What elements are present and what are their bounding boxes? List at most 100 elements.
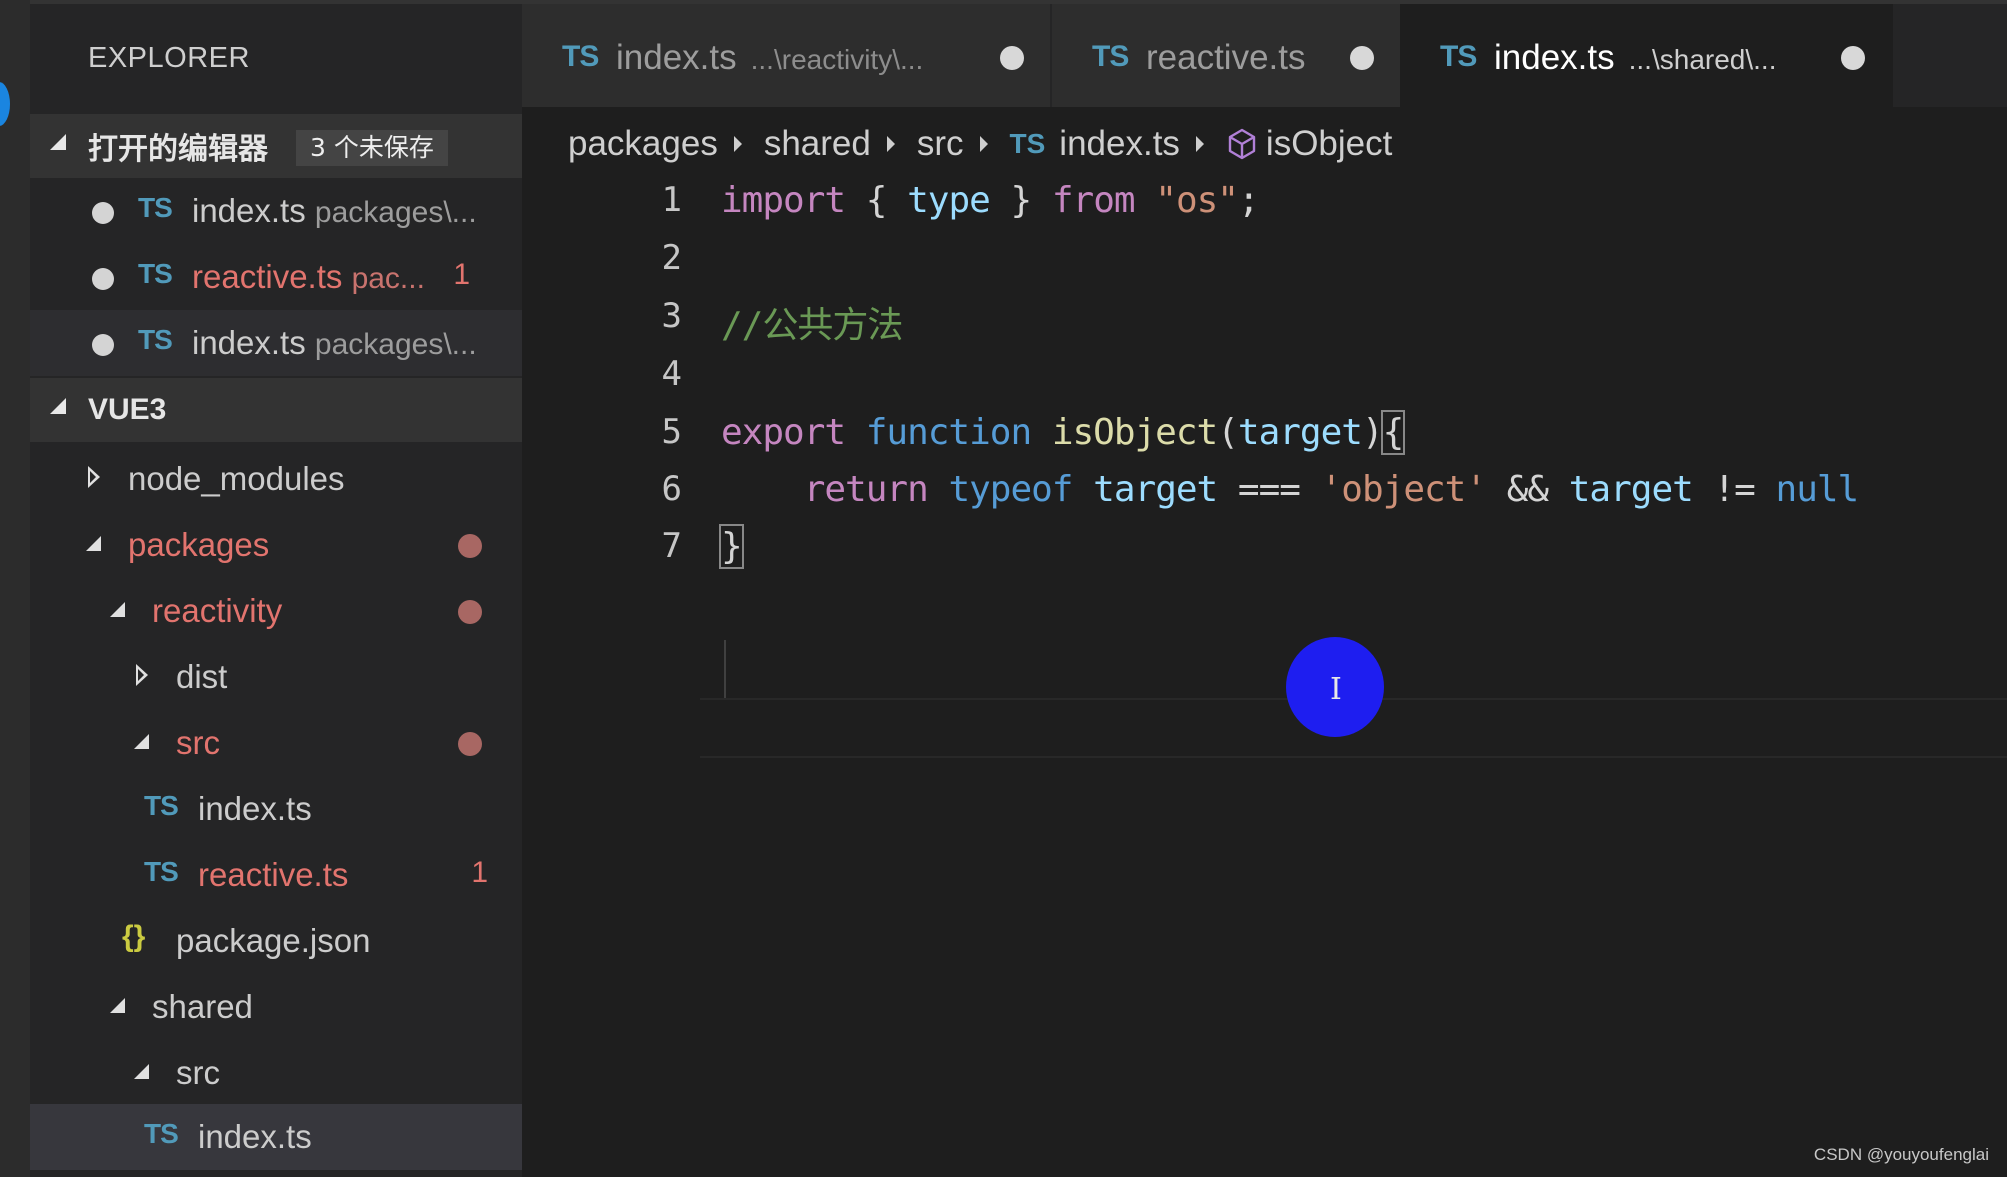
unsaved-dot-icon[interactable]	[1000, 46, 1024, 70]
breadcrumb-item[interactable]: src	[917, 124, 964, 164]
tree-item-label: src	[176, 1054, 220, 1091]
tree-folder-src[interactable]: src	[30, 710, 522, 776]
modified-dot-icon	[458, 534, 482, 558]
unsaved-count-badge: 3 个未保存	[296, 130, 448, 166]
chevron-right-icon	[136, 664, 148, 686]
token: target	[1568, 469, 1694, 510]
token: target	[1093, 469, 1218, 510]
chevron-down-icon	[86, 536, 101, 551]
token: ;	[1237, 180, 1260, 221]
typescript-file-icon: TS	[138, 324, 173, 355]
tree-folder-packages[interactable]: packages	[30, 512, 522, 578]
token: isObject	[1051, 412, 1218, 453]
modified-dot-icon	[458, 732, 482, 756]
tree-folder-dist[interactable]: dist	[30, 644, 522, 710]
open-editor-item[interactable]: TS reactive.ts pac... 1	[30, 244, 522, 310]
problem-count-badge: 1	[453, 258, 470, 291]
indent-guide	[724, 640, 726, 698]
token: function	[865, 412, 1032, 453]
open-editor-item[interactable]: TS index.ts packages\...	[30, 178, 522, 244]
token: (	[1217, 412, 1239, 453]
chevron-down-icon	[134, 734, 149, 749]
typescript-file-icon: TS	[138, 258, 173, 289]
tree-file-package-json[interactable]: {} package.json	[30, 908, 522, 974]
typescript-file-icon: TS	[1440, 40, 1477, 73]
typescript-file-icon: TS	[562, 40, 599, 73]
tab-reactivity-index-ts[interactable]: TS index.ts ...\reactivity\...	[522, 4, 1050, 107]
typescript-file-icon: TS	[144, 856, 179, 887]
line-number: 1	[661, 180, 682, 220]
token: return	[803, 469, 929, 510]
line-number: 2	[661, 238, 682, 278]
problem-count-badge: 1	[471, 856, 488, 889]
typescript-file-icon: TS	[138, 192, 173, 223]
tree-folder-node-modules[interactable]: node_modules	[30, 446, 522, 512]
tree-item-label: src	[176, 724, 220, 761]
unsaved-dot-icon[interactable]	[92, 268, 114, 290]
tab-shared-index-ts[interactable]: TS index.ts ...\shared\...	[1400, 4, 1893, 107]
chevron-down-icon	[50, 134, 66, 150]
breadcrumb-file[interactable]: index.ts	[1059, 124, 1180, 164]
tree-item-label: package.json	[176, 922, 371, 959]
token: )	[1361, 412, 1384, 453]
tree-item-label: reactive.ts	[198, 856, 349, 893]
tab-path: ...\reactivity\...	[750, 44, 924, 75]
unsaved-dot-icon[interactable]	[92, 202, 114, 224]
token: null	[1775, 469, 1860, 510]
token: import	[721, 180, 846, 221]
tree-file-index-ts[interactable]: TS index.ts	[30, 776, 522, 842]
typescript-file-icon: TS	[144, 790, 179, 821]
token: 'object'	[1320, 469, 1487, 510]
code-editor[interactable]: 1 2 3 4 5 6 7 import { type } from "os";…	[522, 180, 2007, 1177]
unsaved-dot-icon[interactable]	[1350, 46, 1374, 70]
chevron-right-icon	[1195, 136, 1204, 152]
chevron-down-icon	[134, 1064, 149, 1079]
token: }	[1010, 180, 1033, 221]
line-number: 5	[661, 412, 682, 452]
chevron-right-icon	[886, 136, 895, 152]
open-editor-path: pac...	[351, 262, 425, 295]
code-line-3: //公共方法	[721, 305, 903, 346]
code-line-1: import { type } from "os";	[721, 180, 1260, 221]
token: typeof	[948, 469, 1073, 510]
line-number: 6	[661, 469, 682, 509]
breadcrumb-item[interactable]: shared	[764, 124, 871, 164]
cube-icon	[1228, 128, 1256, 160]
tree-folder-shared-src[interactable]: src	[30, 1040, 522, 1106]
open-editor-path: packages\...	[314, 196, 477, 229]
tab-label: index.ts	[616, 38, 737, 77]
code-line-6: return typeof target === 'object' && tar…	[721, 469, 1860, 510]
tree-folder-reactivity[interactable]: reactivity	[30, 578, 522, 644]
unsaved-dot-icon[interactable]	[1841, 46, 1865, 70]
tree-file-reactive-ts[interactable]: TS reactive.ts 1	[30, 842, 522, 908]
explorer-title: EXPLORER	[88, 42, 250, 74]
open-editors-header[interactable]: 打开的编辑器 3 个未保存	[30, 114, 522, 178]
json-file-icon: {}	[122, 920, 146, 953]
tab-reactive-ts[interactable]: TS reactive.ts	[1052, 4, 1400, 107]
breadcrumb-item[interactable]: packages	[568, 124, 718, 164]
bracket-match: }	[719, 524, 744, 569]
tree-folder-shared[interactable]: shared	[30, 974, 522, 1040]
tree-item-label: index.ts	[198, 1118, 312, 1155]
activity-badge-icon[interactable]	[0, 82, 10, 126]
breadcrumb-symbol[interactable]: isObject	[1266, 124, 1392, 164]
explorer-sidebar: EXPLORER 打开的编辑器 3 个未保存 TS index.ts packa…	[30, 4, 522, 1177]
open-editor-path: packages\...	[314, 328, 477, 361]
tree-item-label: dist	[176, 658, 228, 695]
typescript-file-icon: TS	[1092, 40, 1129, 73]
open-editor-name: index.ts	[192, 324, 306, 361]
tree-item-label: reactivity	[152, 592, 283, 629]
modified-dot-icon	[458, 600, 482, 624]
workspace-header[interactable]: VUE3	[30, 378, 522, 442]
open-editor-item[interactable]: TS index.ts packages\...	[30, 310, 522, 376]
open-editor-name: index.ts	[192, 192, 306, 229]
chevron-right-icon	[733, 136, 742, 152]
tree-file-shared-index-ts[interactable]: TS index.ts	[30, 1104, 522, 1170]
code-line-7: }	[719, 524, 744, 569]
typescript-file-icon: TS	[144, 1118, 179, 1149]
token: "os"	[1155, 180, 1239, 221]
tab-label: reactive.ts	[1146, 38, 1306, 77]
tree-item-label: shared	[152, 988, 253, 1025]
tab-label: index.ts	[1494, 38, 1615, 77]
unsaved-dot-icon[interactable]	[92, 334, 114, 356]
